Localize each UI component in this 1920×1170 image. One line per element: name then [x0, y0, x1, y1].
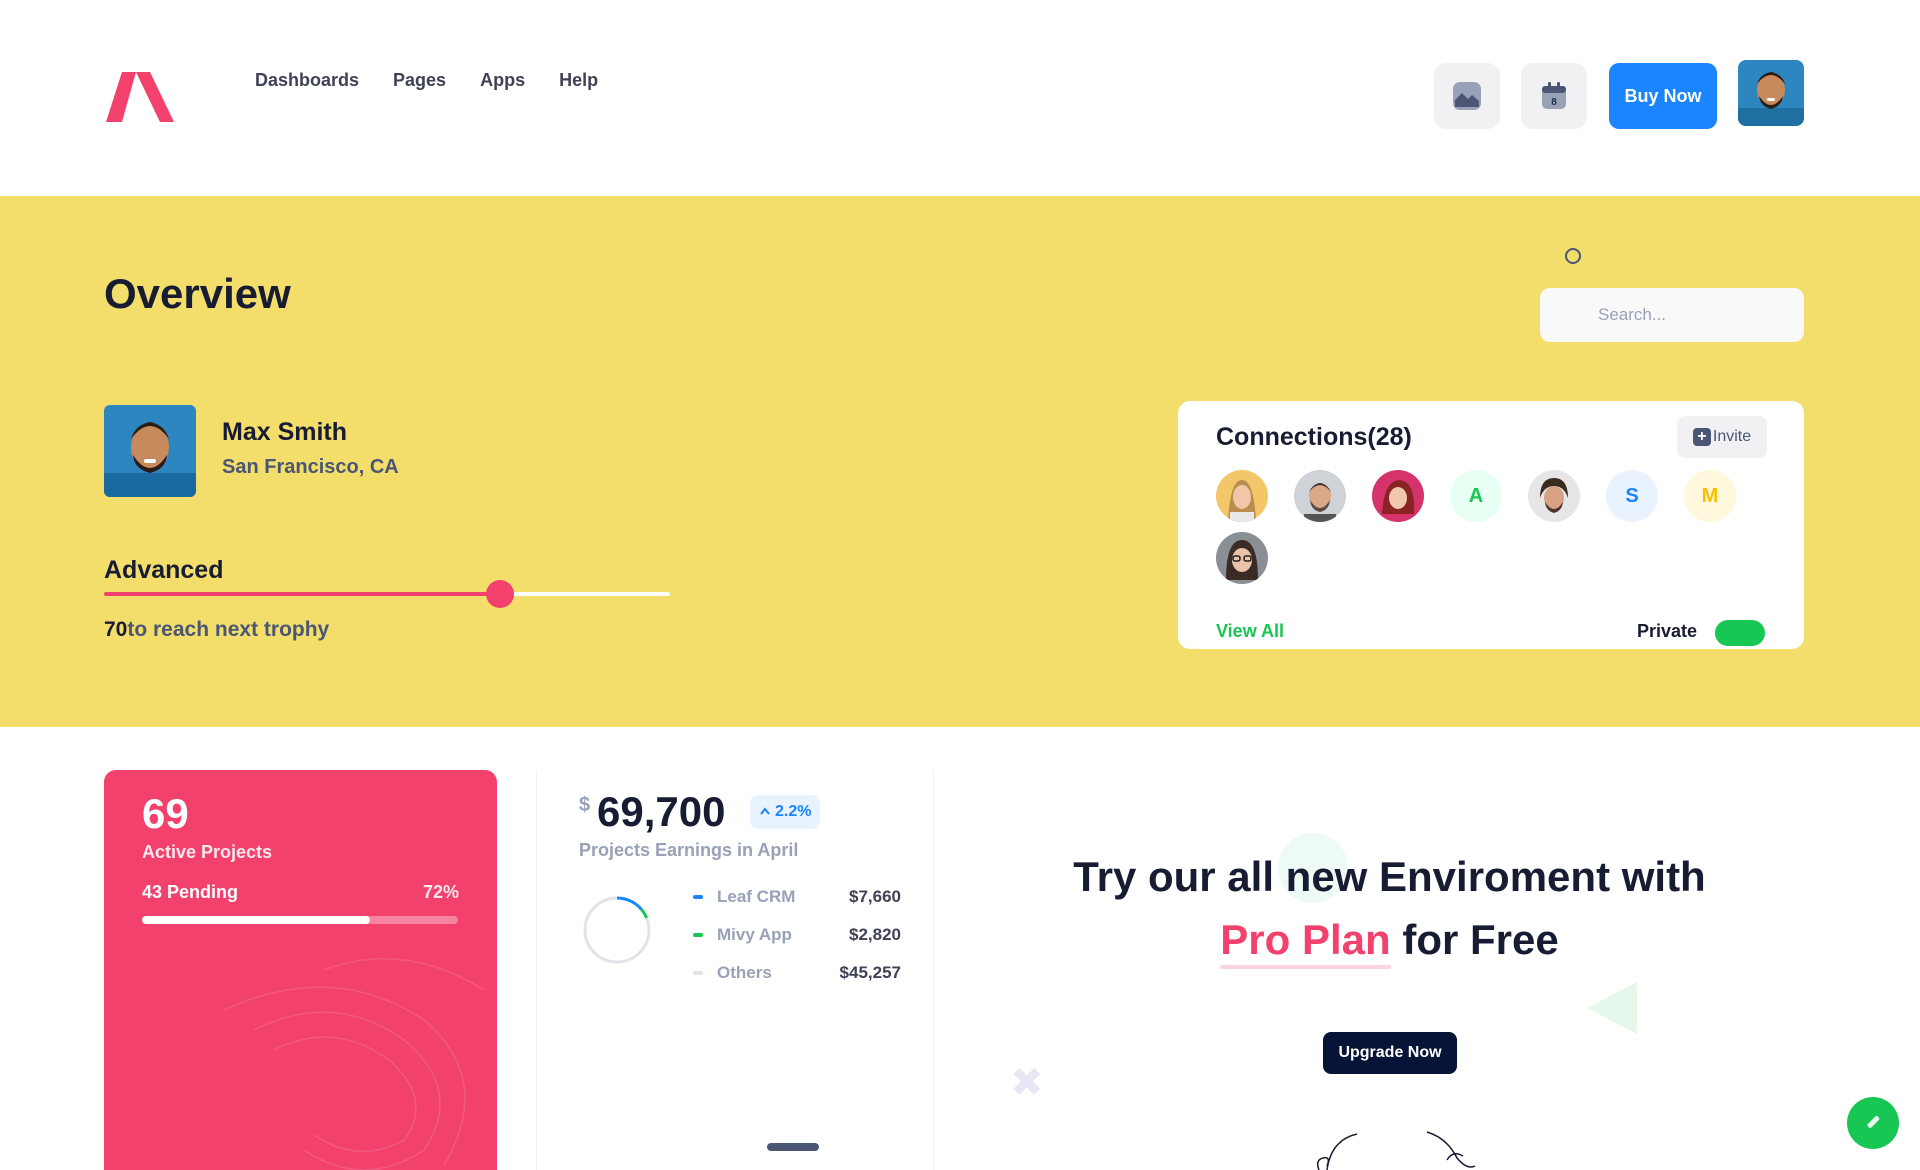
connection-initial-avatar[interactable]: M [1684, 470, 1736, 522]
level-slider-thumb[interactable] [486, 580, 515, 608]
projects-count: 69 [142, 790, 189, 837]
connection-avatar[interactable] [1216, 532, 1268, 584]
promo-highlight: Pro Plan [1220, 916, 1391, 963]
earnings-currency: $ [579, 794, 591, 816]
private-toggle[interactable] [1715, 620, 1765, 646]
chart-icon [1453, 82, 1481, 110]
projects-percent: 72% [422, 882, 459, 902]
connection-initial: A [1468, 484, 1484, 507]
projects-label: Active Projects [142, 842, 273, 862]
activity-button[interactable] [1434, 63, 1500, 129]
connection-photo [1528, 470, 1580, 522]
legend-value: $2,820 [849, 925, 901, 944]
private-label: Private [1637, 621, 1698, 641]
nav-pages[interactable]: Pages [393, 70, 446, 91]
calendar-icon: 8 [1542, 82, 1566, 109]
nav-help[interactable]: Help [559, 70, 598, 91]
legend-marker [693, 933, 703, 937]
edit-fab-button[interactable] [1847, 1097, 1899, 1149]
connection-avatar[interactable] [1216, 470, 1268, 522]
plus-icon: + [1692, 428, 1711, 446]
decor-triangle [1587, 982, 1637, 1034]
calendar-day: 8 [1551, 97, 1557, 108]
earnings-legend: Leaf CRM $7,660 Mivy App $2,820 Others $… [693, 878, 901, 992]
user-photo [1738, 60, 1804, 126]
buy-now-button[interactable]: Buy Now [1609, 63, 1717, 129]
connection-initial: M [1701, 484, 1719, 507]
legend-name: Others [717, 963, 772, 982]
promo-headline: Try our all new Enviroment with [1073, 853, 1706, 900]
earnings-card: $ 69,700 2.2% Projects Earnings in April… [536, 770, 934, 1170]
trophy-progress-text: 70to reach next trophy [104, 618, 329, 642]
profile-avatar [104, 405, 196, 497]
main-nav: Dashboards Pages Apps Help [255, 70, 598, 91]
connections-title: Connections(28) [1216, 423, 1412, 451]
trophy-points: 70 [104, 618, 128, 641]
promo-card: ✖ Try our all new Enviroment with Pro Pl… [975, 770, 1804, 1170]
connection-photo [1216, 470, 1268, 522]
connection-avatar[interactable] [1294, 470, 1346, 522]
projects-pending: 43 Pending [142, 882, 239, 902]
projects-progress-bar [142, 916, 458, 924]
upgrade-now-button[interactable]: Upgrade Now [1323, 1032, 1457, 1074]
level-slider[interactable] [104, 580, 670, 608]
profile-location: San Francisco, CA [222, 456, 399, 478]
invite-label: Invite [1712, 428, 1752, 445]
promo-subheadline: Pro Plan for Free [975, 916, 1804, 964]
connections-avatars: A S M [1216, 470, 1776, 584]
calendar-button[interactable]: 8 [1521, 63, 1587, 129]
earnings-change-badge: 2.2% [750, 795, 821, 829]
nav-apps[interactable]: Apps [480, 70, 525, 91]
level-label: Advanced [104, 556, 224, 584]
trophy-suffix: to reach next trophy [127, 618, 330, 641]
earnings-label: Projects Earnings in April [579, 840, 799, 860]
page-title: Overview [104, 270, 291, 317]
decor-x-icon: ✖ [1010, 1061, 1044, 1105]
app-logo[interactable] [104, 68, 176, 124]
legend-value: $7,660 [849, 887, 901, 906]
legend-row: Mivy App $2,820 [693, 916, 901, 954]
connection-photo [1294, 470, 1346, 522]
scroll-handle[interactable] [767, 1143, 819, 1151]
view-all-link[interactable]: View All [1216, 621, 1284, 642]
user-avatar[interactable] [1738, 60, 1804, 126]
connection-initial-avatar[interactable]: S [1606, 470, 1658, 522]
earnings-donut-chart [583, 896, 651, 964]
search-input[interactable] [1540, 288, 1804, 342]
profile-photo [104, 405, 196, 497]
legend-marker [693, 895, 703, 899]
pencil-icon [1867, 1116, 1880, 1128]
legend-name: Leaf CRM [717, 887, 796, 906]
profile-name: Max Smith [222, 418, 348, 446]
active-projects-card: 69 Active Projects 43 Pending 72% [104, 770, 497, 1170]
earnings-amount: 69,700 [597, 788, 726, 835]
search-icon [1565, 248, 1581, 264]
connection-photo [1216, 532, 1268, 584]
connection-avatar[interactable] [1372, 470, 1424, 522]
connections-card: Connections(28) + Invite A S M View All … [1178, 401, 1804, 649]
arrow-up-icon [760, 807, 770, 815]
nav-dashboards[interactable]: Dashboards [255, 70, 359, 91]
legend-name: Mivy App [717, 925, 792, 944]
legend-marker [693, 971, 703, 975]
earnings-change: 2.2% [775, 803, 812, 820]
legend-row: Leaf CRM $7,660 [693, 878, 901, 916]
connection-initial-avatar[interactable]: A [1450, 470, 1502, 522]
top-header: Dashboards Pages Apps Help 8 Buy Now [0, 0, 1920, 196]
connection-photo [1372, 470, 1424, 522]
promo-illustration [1316, 1131, 1476, 1170]
connection-initial: S [1625, 484, 1639, 507]
legend-value: $45,257 [839, 963, 901, 982]
promo-rest: for Free [1390, 916, 1559, 963]
projects-progress-fill [142, 916, 370, 924]
connection-avatar[interactable] [1528, 470, 1580, 522]
legend-row: Others $45,257 [693, 954, 901, 992]
invite-button[interactable]: + Invite [1677, 416, 1767, 458]
level-slider-fill [104, 592, 501, 596]
